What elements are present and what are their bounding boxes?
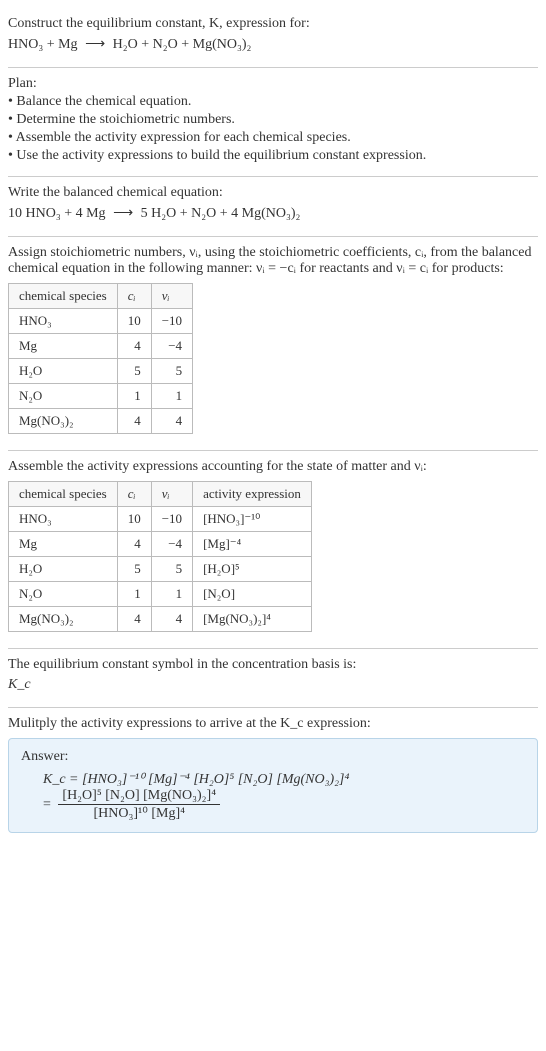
balanced-equation: 10 HNO₃ + 4 Mg ⟶ 5 H₂O + N₂O + 4 Mg(NO₃)… — [8, 205, 538, 222]
col-v-label: νᵢ — [162, 288, 170, 303]
kc-flat-expression: K_c = [HNO₃]⁻¹⁰ [Mg]⁻⁴ [H₂O]⁵ [N₂O] [Mg(… — [43, 771, 525, 788]
cell-c: 4 — [117, 334, 151, 359]
stoich-section: Assign stoichiometric numbers, νᵢ, using… — [8, 237, 538, 451]
cell-species: H₂O — [9, 557, 118, 582]
col-v: νᵢ — [151, 482, 192, 507]
fraction-denominator: [HNO₃]¹⁰ [Mg]⁴ — [58, 805, 220, 822]
cell-species: Mg — [9, 532, 118, 557]
col-expr: activity expression — [193, 482, 312, 507]
cell-expr: [Mg]⁻⁴ — [193, 532, 312, 557]
plan-item: • Use the activity expressions to build … — [8, 148, 538, 164]
answer-section: Mulitply the activity expressions to arr… — [8, 708, 538, 843]
cell-c: 1 — [117, 582, 151, 607]
cell-v: 4 — [151, 607, 192, 632]
equals-sign: = — [43, 797, 51, 812]
kc-symbol: K_c — [8, 677, 538, 693]
cell-species: HNO₃ — [9, 309, 118, 334]
cell-expr: [Mg(NO₃)₂]⁴ — [193, 607, 312, 632]
table-row: HNO₃ 10 −10 — [9, 309, 193, 334]
answer-label: Answer: — [21, 749, 525, 765]
cell-v: −4 — [151, 532, 192, 557]
cell-v: 1 — [151, 582, 192, 607]
cell-v: 1 — [151, 384, 192, 409]
multiply-text: Mulitply the activity expressions to arr… — [8, 716, 538, 732]
activity-section: Assemble the activity expressions accoun… — [8, 451, 538, 649]
kc-symbol-section: The equilibrium constant symbol in the c… — [8, 649, 538, 708]
kc-flat: K_c = [HNO₃]⁻¹⁰ [Mg]⁻⁴ [H₂O]⁵ [N₂O] [Mg(… — [43, 772, 349, 787]
table-row: Mg(NO₃)₂ 4 4 — [9, 409, 193, 434]
table-header-row: chemical species cᵢ νᵢ — [9, 284, 193, 309]
answer-box: Answer: K_c = [HNO₃]⁻¹⁰ [Mg]⁻⁴ [H₂O]⁵ [N… — [8, 738, 538, 833]
table-row: N₂O 1 1 [N₂O] — [9, 582, 312, 607]
col-species: chemical species — [9, 482, 118, 507]
balanced-rhs: 5 H₂O + N₂O + 4 Mg(NO₃)₂ — [141, 206, 301, 221]
cell-species: N₂O — [9, 582, 118, 607]
fraction-numerator: [H₂O]⁵ [N₂O] [Mg(NO₃)₂]⁴ — [58, 788, 220, 805]
cell-c: 4 — [117, 532, 151, 557]
cell-c: 4 — [117, 607, 151, 632]
cell-v: −10 — [151, 309, 192, 334]
cell-v: 5 — [151, 359, 192, 384]
cell-v: −4 — [151, 334, 192, 359]
plan-item: • Assemble the activity expression for e… — [8, 130, 538, 146]
reaction-rhs: H₂O + N₂O + Mg(NO₃)₂ — [113, 37, 252, 52]
cell-v: 4 — [151, 409, 192, 434]
arrow-icon: ⟶ — [109, 206, 137, 221]
balanced-lhs: 10 HNO₃ + 4 Mg — [8, 206, 106, 221]
col-species: chemical species — [9, 284, 118, 309]
table-row: N₂O 1 1 — [9, 384, 193, 409]
col-v: νᵢ — [151, 284, 192, 309]
cell-c: 10 — [117, 507, 151, 532]
cell-c: 10 — [117, 309, 151, 334]
cell-species: HNO₃ — [9, 507, 118, 532]
arrow-icon: ⟶ — [81, 37, 109, 52]
stoich-table: chemical species cᵢ νᵢ HNO₃ 10 −10 Mg 4 … — [8, 283, 193, 434]
stoich-text: Assign stoichiometric numbers, νᵢ, using… — [8, 245, 538, 277]
cell-v: −10 — [151, 507, 192, 532]
col-c: cᵢ — [117, 482, 151, 507]
cell-c: 1 — [117, 384, 151, 409]
cell-c: 5 — [117, 359, 151, 384]
cell-species: H₂O — [9, 359, 118, 384]
table-row: Mg(NO₃)₂ 4 4 [Mg(NO₃)₂]⁴ — [9, 607, 312, 632]
cell-species: N₂O — [9, 384, 118, 409]
col-c-label: cᵢ — [128, 486, 136, 501]
table-header-row: chemical species cᵢ νᵢ activity expressi… — [9, 482, 312, 507]
cell-expr: [HNO₃]⁻¹⁰ — [193, 507, 312, 532]
problem-statement: Construct the equilibrium constant, K, e… — [8, 8, 538, 68]
table-row: H₂O 5 5 [H₂O]⁵ — [9, 557, 312, 582]
activity-table: chemical species cᵢ νᵢ activity expressi… — [8, 481, 312, 632]
activity-text: Assemble the activity expressions accoun… — [8, 459, 538, 475]
cell-species: Mg — [9, 334, 118, 359]
intro-text: Construct the equilibrium constant, K, e… — [8, 16, 538, 32]
plan-item: • Balance the chemical equation. — [8, 94, 538, 110]
kc-fraction-expression: = [H₂O]⁵ [N₂O] [Mg(NO₃)₂]⁴ [HNO₃]¹⁰ [Mg]… — [43, 788, 525, 822]
cell-species: Mg(NO₃)₂ — [9, 607, 118, 632]
plan-title: Plan: — [8, 76, 538, 92]
cell-c: 4 — [117, 409, 151, 434]
table-row: HNO₃ 10 −10 [HNO₃]⁻¹⁰ — [9, 507, 312, 532]
table-row: Mg 4 −4 — [9, 334, 193, 359]
plan-section: Plan: • Balance the chemical equation. •… — [8, 68, 538, 177]
plan-item: • Determine the stoichiometric numbers. — [8, 112, 538, 128]
kc-symbol-text: The equilibrium constant symbol in the c… — [8, 657, 538, 673]
unbalanced-equation: HNO₃ + Mg ⟶ H₂O + N₂O + Mg(NO₃)₂ — [8, 36, 538, 53]
balanced-title: Write the balanced chemical equation: — [8, 185, 538, 201]
balanced-section: Write the balanced chemical equation: 10… — [8, 177, 538, 237]
table-row: H₂O 5 5 — [9, 359, 193, 384]
reaction-lhs: HNO₃ + Mg — [8, 37, 78, 52]
cell-expr: [H₂O]⁵ — [193, 557, 312, 582]
col-v-label: νᵢ — [162, 486, 170, 501]
cell-expr: [N₂O] — [193, 582, 312, 607]
cell-species: Mg(NO₃)₂ — [9, 409, 118, 434]
cell-c: 5 — [117, 557, 151, 582]
fraction: [H₂O]⁵ [N₂O] [Mg(NO₃)₂]⁴ [HNO₃]¹⁰ [Mg]⁴ — [58, 788, 220, 822]
table-row: Mg 4 −4 [Mg]⁻⁴ — [9, 532, 312, 557]
cell-v: 5 — [151, 557, 192, 582]
col-c: cᵢ — [117, 284, 151, 309]
col-c-label: cᵢ — [128, 288, 136, 303]
